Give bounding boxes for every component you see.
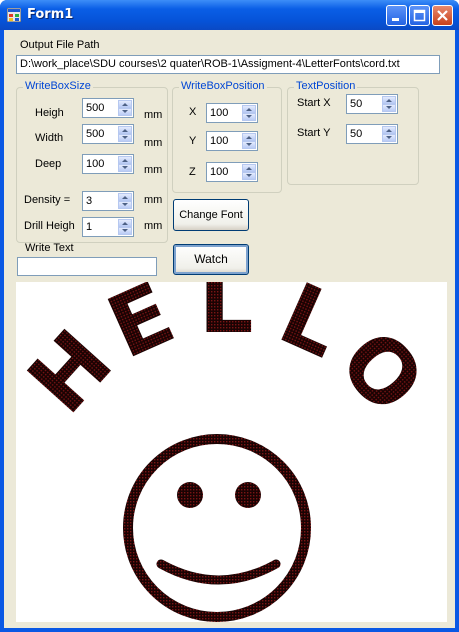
output-path-label: Output File Path xyxy=(20,39,100,51)
pos-y-value: 100 xyxy=(210,135,229,147)
deep-down-arrow-icon[interactable] xyxy=(118,164,132,172)
close-icon xyxy=(437,10,448,21)
hello-letter: L xyxy=(199,282,254,353)
start-x-up-arrow-icon[interactable] xyxy=(382,96,396,104)
write-box-size-title: WriteBoxSize xyxy=(23,80,93,92)
drill-heigh-spinner[interactable]: 1 xyxy=(82,217,134,237)
deep-label: Deep xyxy=(35,158,62,170)
drill-heigh-up-arrow-icon[interactable] xyxy=(118,219,132,227)
width-unit: mm xyxy=(144,137,163,149)
heigh-spinner[interactable]: 500 xyxy=(82,98,134,118)
width-value: 500 xyxy=(86,128,105,140)
watch-button[interactable]: Watch xyxy=(173,244,249,275)
write-text-label: Write Text xyxy=(25,242,74,254)
pos-y-down-arrow-icon[interactable] xyxy=(242,141,256,149)
pos-y-up-arrow-icon[interactable] xyxy=(242,133,256,141)
drill-heigh-down-arrow-icon[interactable] xyxy=(118,227,132,235)
pos-x-value: 100 xyxy=(210,107,229,119)
pos-z-label: Z xyxy=(189,166,196,178)
pos-z-down-arrow-icon[interactable] xyxy=(242,172,256,180)
minimize-button[interactable] xyxy=(386,5,407,26)
text-position-title: TextPosition xyxy=(294,80,358,92)
drill-heigh-value: 1 xyxy=(86,221,93,233)
heigh-down-arrow-icon[interactable] xyxy=(118,108,132,116)
density-up-arrow-icon[interactable] xyxy=(118,193,132,201)
output-path-input[interactable]: D:\work_place\SDU courses\2 quater\ROB-1… xyxy=(16,55,440,74)
start-y-spinner[interactable]: 50 xyxy=(346,124,398,144)
smiley-face xyxy=(123,434,311,622)
window-title: Form1 xyxy=(27,7,74,22)
start-y-up-arrow-icon[interactable] xyxy=(382,126,396,134)
density-label: Density = xyxy=(24,194,71,206)
write-text-input[interactable] xyxy=(17,257,157,276)
deep-value: 100 xyxy=(86,158,105,170)
start-x-down-arrow-icon[interactable] xyxy=(382,104,396,112)
pos-z-up-arrow-icon[interactable] xyxy=(242,164,256,172)
width-label: Width xyxy=(35,132,64,144)
width-up-arrow-icon[interactable] xyxy=(118,126,132,134)
app-icon xyxy=(7,8,21,22)
density-spinner[interactable]: 3 xyxy=(82,191,134,211)
pos-z-spinner[interactable]: 100 xyxy=(206,162,258,182)
heigh-up-arrow-icon[interactable] xyxy=(118,100,132,108)
deep-unit: mm xyxy=(144,164,163,176)
smiley-right-eye xyxy=(235,482,261,508)
pos-x-up-arrow-icon[interactable] xyxy=(242,105,256,113)
pos-y-spinner[interactable]: 100 xyxy=(206,131,258,151)
smiley-left-eye xyxy=(177,482,203,508)
close-button[interactable] xyxy=(432,5,453,26)
density-unit: mm xyxy=(144,194,163,206)
width-down-arrow-icon[interactable] xyxy=(118,134,132,142)
start-y-value: 50 xyxy=(350,128,363,140)
form1-window: Form1 Output File Path D:\work_place\SDU… xyxy=(0,0,459,632)
heigh-value: 500 xyxy=(86,102,105,114)
density-down-arrow-icon[interactable] xyxy=(118,201,132,209)
start-y-down-arrow-icon[interactable] xyxy=(382,134,396,142)
start-y-label: Start Y xyxy=(297,127,331,139)
pos-z-value: 100 xyxy=(210,166,229,178)
smiley-head xyxy=(123,434,311,622)
maximize-icon xyxy=(413,9,426,22)
smiley-mouth xyxy=(156,559,281,585)
change-font-button[interactable]: Change Font xyxy=(173,199,249,231)
heigh-unit: mm xyxy=(144,109,163,121)
pos-y-label: Y xyxy=(189,135,197,147)
maximize-button[interactable] xyxy=(409,5,430,26)
drawing-svg: HE L LO xyxy=(9,253,443,622)
form-client-area: Output File Path D:\work_place\SDU cours… xyxy=(4,30,455,628)
heigh-label: Heigh xyxy=(35,107,64,119)
pos-x-down-arrow-icon[interactable] xyxy=(242,113,256,121)
pos-x-label: X xyxy=(189,106,197,118)
write-box-position-title: WriteBoxPosition xyxy=(179,80,267,92)
drill-heigh-label: Drill Heigh xyxy=(24,220,75,232)
drill-heigh-unit: mm xyxy=(144,220,163,232)
title-bar[interactable]: Form1 xyxy=(0,0,459,30)
start-x-spinner[interactable]: 50 xyxy=(346,94,398,114)
density-value: 3 xyxy=(86,195,93,207)
deep-spinner[interactable]: 100 xyxy=(82,154,134,174)
deep-up-arrow-icon[interactable] xyxy=(118,156,132,164)
pos-x-spinner[interactable]: 100 xyxy=(206,103,258,123)
start-x-label: Start X xyxy=(297,97,331,109)
width-spinner[interactable]: 500 xyxy=(82,124,134,144)
start-x-value: 50 xyxy=(350,98,363,110)
hello-letter: O xyxy=(320,312,443,433)
drawing-canvas: HELLO xyxy=(9,253,447,622)
minimize-icon xyxy=(392,18,399,21)
